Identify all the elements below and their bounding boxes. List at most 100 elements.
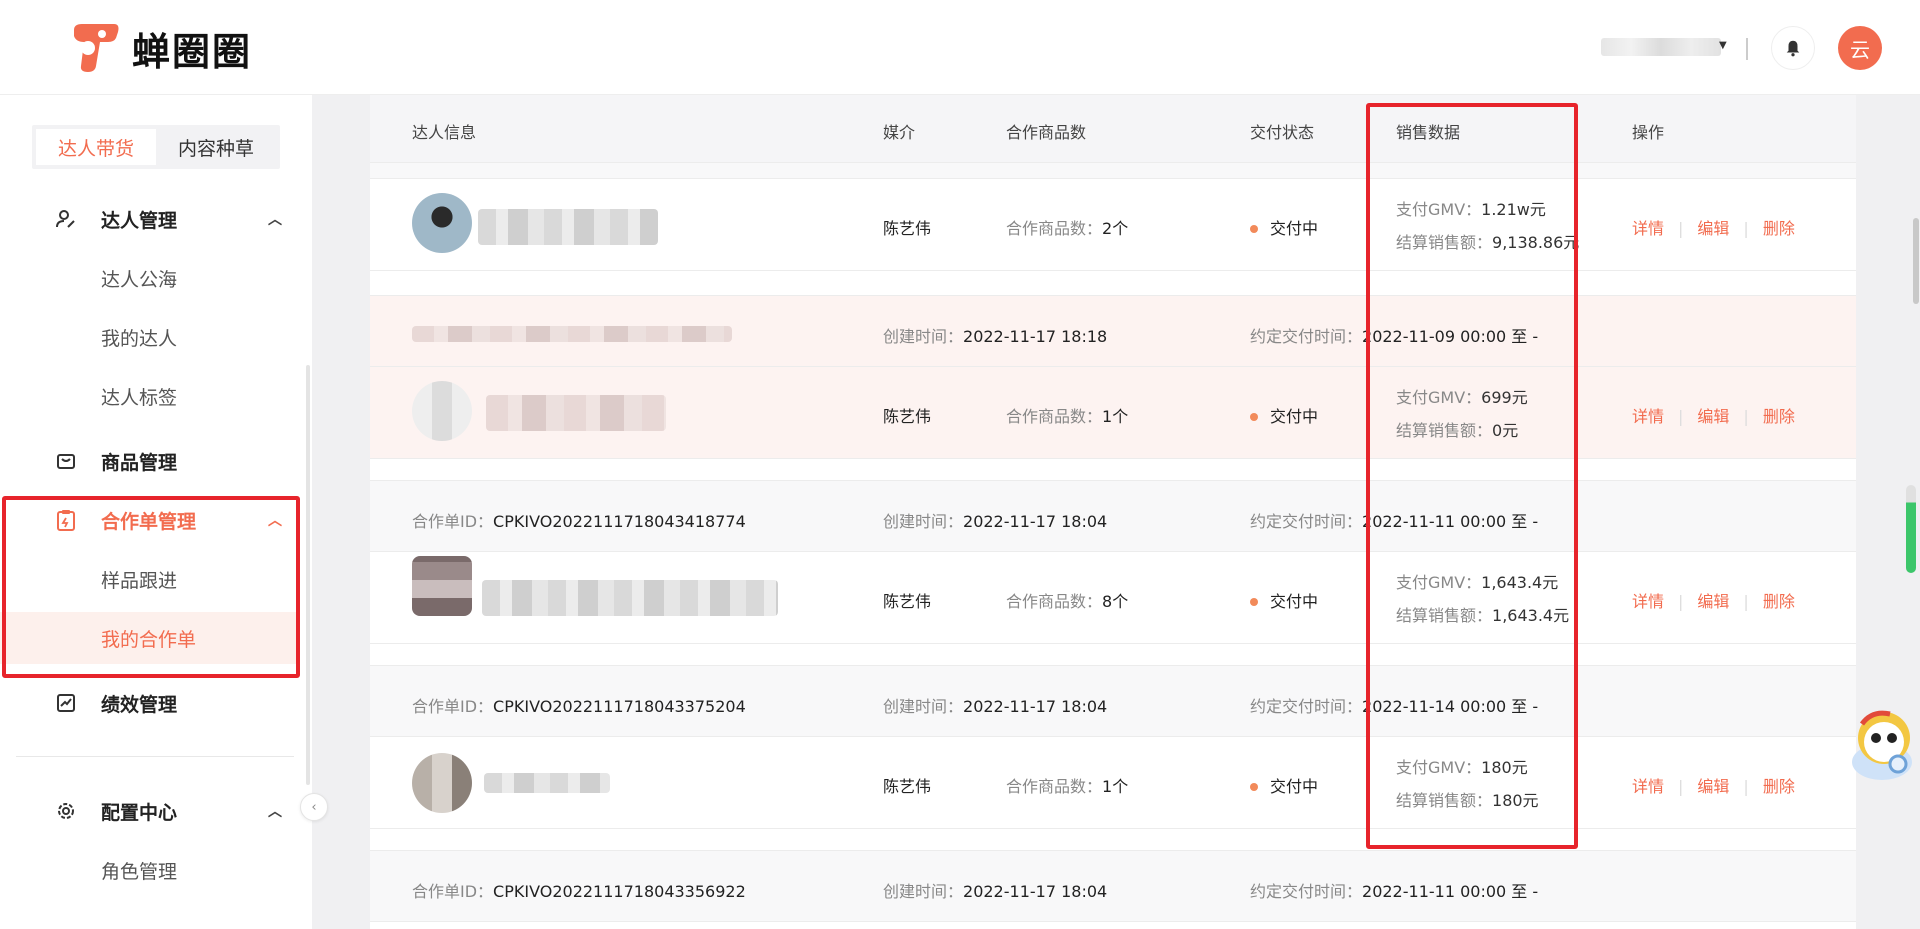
delivery-status: 交付中: [1250, 215, 1318, 239]
detail-link[interactable]: 详情: [1632, 592, 1664, 611]
goods-count: 合作商品数：1个: [1006, 777, 1129, 796]
tab-talent-sales[interactable]: 达人带货: [36, 129, 156, 165]
talent-name-blurred[interactable]: [486, 395, 666, 431]
row-actions: 详情 | 编辑 | 删除: [1632, 777, 1795, 796]
sidebar-group-label: 达人管理: [101, 209, 178, 232]
media-name: 陈艺伟: [883, 592, 932, 611]
detail-link[interactable]: 详情: [1632, 219, 1664, 238]
page-scrollbar[interactable]: [1913, 218, 1919, 304]
chevron-down-icon[interactable]: ▼: [1719, 40, 1727, 51]
status-dot: [1250, 782, 1258, 791]
edit-link[interactable]: 编辑: [1697, 407, 1729, 426]
chevron-up-icon: ︿: [268, 804, 282, 820]
delete-link[interactable]: 删除: [1763, 777, 1795, 796]
sidebar-item-my-talent[interactable]: 我的达人: [0, 311, 312, 363]
assistant-mascot-icon[interactable]: [1842, 704, 1916, 786]
delete-link[interactable]: 删除: [1763, 219, 1795, 238]
talent-avatar[interactable]: [412, 193, 472, 253]
table-row-head: 合作单ID：CPKIVO2022111718043418774 创建时间：202…: [370, 480, 1856, 552]
table-row-head: 合作单ID：CPKIVO2022111718043375204 创建时间：202…: [370, 665, 1856, 737]
bell-icon: [1786, 40, 1800, 57]
created-time: 创建时间：2022-11-17 18:04: [883, 882, 1108, 901]
edit-link[interactable]: 编辑: [1697, 777, 1729, 796]
highlight-box-sales: [1366, 103, 1578, 849]
username-blurred[interactable]: [1601, 38, 1721, 56]
sidebar-item-role-management[interactable]: 角色管理: [0, 844, 312, 896]
table-row-head: 创建时间：2022-11-17 18:18 约定交付时间：2022-11-09 …: [370, 295, 1856, 367]
highlight-box-cooperation: [2, 496, 300, 678]
brand-logo[interactable]: 蝉圈圈: [66, 20, 252, 76]
gear-icon: [55, 800, 77, 822]
progress-widget[interactable]: [1906, 485, 1916, 573]
user-edit-icon: [55, 208, 77, 230]
detail-link[interactable]: 详情: [1632, 407, 1664, 426]
goods-count: 合作商品数：8个: [1006, 592, 1129, 611]
table-row: 陈艺伟 合作商品数：1个 交付中 支付GMV：180元 结算销售额：180元 详…: [370, 737, 1856, 829]
talent-name-blurred[interactable]: [478, 209, 658, 245]
order-id-blurred: [412, 326, 732, 342]
logo-icon: [74, 24, 119, 72]
sidebar-group-performance[interactable]: 绩效管理: [0, 677, 312, 729]
status-dot: [1250, 597, 1258, 606]
media-name: 陈艺伟: [883, 407, 932, 426]
tab-content-seeding[interactable]: 内容种草: [156, 129, 276, 165]
delete-link[interactable]: 删除: [1763, 592, 1795, 611]
user-avatar[interactable]: 云: [1838, 26, 1882, 70]
delivery-status: 交付中: [1250, 773, 1318, 797]
table-header: 达人信息 媒介 合作商品数 交付状态 销售数据 操作: [370, 95, 1856, 163]
deadline: 约定交付时间：2022-11-11 00:00 至 -: [1250, 882, 1539, 901]
status-dot: [1250, 412, 1258, 421]
brand-name: 蝉圈圈: [132, 29, 253, 74]
created-time: 创建时间：2022-11-17 18:04: [883, 697, 1108, 716]
talent-name-blurred[interactable]: [482, 580, 778, 616]
header-talent: 达人信息: [412, 123, 477, 142]
table-row: 陈艺伟 合作商品数：1个 交付中 支付GMV：699元 结算销售额：0元 详情 |…: [370, 367, 1856, 459]
mode-tabs: 达人带货 内容种草: [32, 125, 280, 169]
sidebar-group-talent[interactable]: 达人管理 ︿: [0, 193, 312, 245]
edit-link[interactable]: 编辑: [1697, 219, 1729, 238]
created-time: 创建时间：2022-11-17 18:04: [883, 512, 1108, 531]
sidebar-divider: [16, 756, 294, 757]
goods-count: 合作商品数：1个: [1006, 407, 1129, 426]
header-media: 媒介: [883, 123, 916, 142]
chevron-left-icon: ‹: [311, 799, 317, 815]
table-row-head: [370, 163, 1856, 179]
orders-table: 达人信息 媒介 合作商品数 交付状态 销售数据 操作 陈艺伟 合作商品数：2个 …: [370, 95, 1856, 929]
sidebar-item-talent-tags[interactable]: 达人标签: [0, 370, 312, 422]
edit-link[interactable]: 编辑: [1697, 592, 1729, 611]
goods-count: 合作商品数：2个: [1006, 219, 1129, 238]
talent-avatar[interactable]: [412, 556, 472, 616]
detail-link[interactable]: 详情: [1632, 777, 1664, 796]
delete-link[interactable]: 删除: [1763, 407, 1795, 426]
row-actions: 详情 | 编辑 | 删除: [1632, 592, 1795, 611]
top-header: 蝉圈圈 ▼ 云: [0, 0, 1920, 95]
sidebar-group-product[interactable]: 商品管理: [0, 435, 312, 487]
chevron-up-icon: ︿: [268, 212, 282, 228]
sidebar-item-talent-pool[interactable]: 达人公海: [0, 252, 312, 304]
order-id: 合作单ID：CPKIVO2022111718043375204: [412, 697, 746, 716]
chart-up-icon: [55, 692, 77, 714]
media-name: 陈艺伟: [883, 777, 932, 796]
row-actions: 详情 | 编辑 | 删除: [1632, 407, 1795, 426]
talent-avatar[interactable]: [412, 753, 472, 813]
table-row-head: 合作单ID：CPKIVO2022111718043356922 创建时间：202…: [370, 850, 1856, 922]
table-row: 陈艺伟 合作商品数：2个 交付中 支付GMV：1.21w元 结算销售额：9,13…: [370, 179, 1856, 271]
order-id: 合作单ID：CPKIVO2022111718043356922: [412, 882, 746, 901]
order-id: 合作单ID：CPKIVO2022111718043418774: [412, 512, 746, 531]
delivery-status: 交付中: [1250, 588, 1318, 612]
sidebar-scrollbar[interactable]: [306, 365, 310, 785]
header-divider: [1746, 38, 1748, 60]
notification-button[interactable]: [1771, 26, 1815, 70]
status-dot: [1250, 224, 1258, 233]
media-name: 陈艺伟: [883, 219, 932, 238]
bag-icon: [55, 450, 77, 472]
talent-avatar[interactable]: [412, 381, 472, 441]
delivery-status: 交付中: [1250, 403, 1318, 427]
header-delivery: 交付状态: [1250, 123, 1315, 142]
sidebar-group-config[interactable]: 配置中心 ︿: [0, 785, 312, 837]
talent-name-blurred[interactable]: [484, 773, 610, 793]
table-row: 陈艺伟 合作商品数：8个 交付中 支付GMV：1,643.4元 结算销售额：1,…: [370, 552, 1856, 644]
sidebar-collapse-button[interactable]: ‹: [300, 793, 328, 821]
header-goods-count: 合作商品数: [1006, 123, 1087, 142]
created-time: 创建时间：2022-11-17 18:18: [883, 327, 1108, 346]
